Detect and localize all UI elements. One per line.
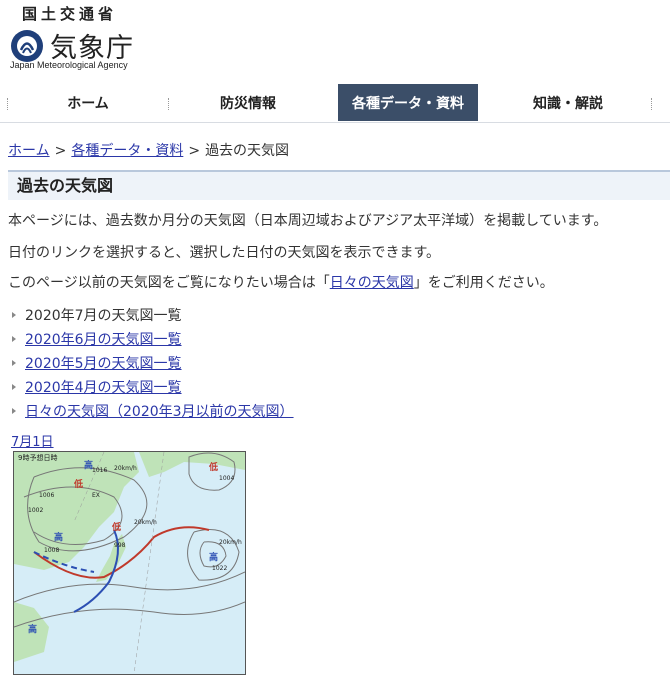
daily-archive-link[interactable]: 日々の天気図（2020年3月以前の天気図）	[25, 401, 294, 421]
map-pressure: 998	[114, 542, 126, 549]
map-high: 高	[209, 551, 218, 563]
daily-weather-maps-link[interactable]: 日々の天気図	[330, 275, 414, 291]
arrow-bullet-icon	[12, 360, 16, 366]
list-item: 2020年4月の天気図一覧	[12, 375, 294, 399]
list-item: 2020年6月の天気図一覧	[12, 327, 294, 351]
arrow-bullet-icon	[12, 384, 16, 390]
weather-map-image: 9時予想日時 高 1016 20km/h 低 1006 1002 EX 高 10…	[14, 452, 245, 674]
weather-map-thumbnail[interactable]: 9時予想日時 高 1016 20km/h 低 1006 1002 EX 高 10…	[13, 451, 246, 675]
map-pressure: 1004	[219, 475, 234, 482]
map-wind: 20km/h	[219, 539, 242, 546]
nav-data-materials[interactable]: 各種データ・資料	[338, 84, 478, 121]
map-stamp: 9時予想日時	[18, 453, 57, 462]
archive-text-before: このページ以前の天気図をご覧になりたい場合は「	[8, 275, 330, 291]
list-item: 2020年5月の天気図一覧	[12, 351, 294, 375]
breadcrumb-home[interactable]: ホーム	[8, 143, 50, 159]
map-pressure: 1022	[212, 565, 227, 572]
arrow-bullet-icon	[12, 408, 16, 414]
nav-separator	[651, 98, 653, 110]
instruction-text: 日付のリンクを選択すると、選択した日付の天気図を表示できます。	[8, 245, 441, 261]
ministry-name: 国土交通省	[22, 5, 118, 23]
map-high: 高	[28, 623, 37, 635]
breadcrumb-separator: >	[54, 143, 67, 159]
nav-separator	[7, 98, 9, 110]
nav-home[interactable]: ホーム	[10, 84, 166, 121]
nav-disaster-info[interactable]: 防災情報	[170, 84, 326, 121]
map-wind: 20km/h	[114, 465, 137, 472]
agency-english-name: Japan Meteorological Agency	[10, 60, 128, 70]
month-link-april[interactable]: 2020年4月の天気図一覧	[25, 377, 182, 397]
archive-text: このページ以前の天気図をご覧になりたい場合は「日々の天気図」をご利用ください。	[8, 272, 554, 292]
map-ex: EX	[92, 492, 100, 499]
breadcrumb-current: 過去の天気図	[205, 143, 290, 159]
map-pressure: 1006	[39, 492, 54, 499]
map-pressure: 1002	[28, 507, 43, 514]
intro-text: 本ページには、過去数か月分の天気図（日本周辺域およびアジア太平洋域）を掲載してい…	[8, 213, 608, 229]
jma-logo-icon	[11, 29, 43, 62]
month-current: 2020年7月の天気図一覧	[25, 308, 182, 324]
arrow-bullet-icon	[12, 336, 16, 342]
global-nav: ホーム 防災情報 各種データ・資料 知識・解説	[0, 84, 670, 123]
list-item: 日々の天気図（2020年3月以前の天気図）	[12, 399, 294, 423]
date-link-july-1[interactable]: 7月1日	[11, 431, 54, 450]
archive-text-after: 」をご利用ください。	[413, 275, 554, 291]
map-low: 低	[208, 461, 218, 473]
map-pressure: 1008	[44, 547, 59, 554]
map-pressure: 1016	[92, 467, 107, 474]
site-header: 国土交通省 気象庁 Japan Meteorological Agency	[0, 0, 670, 84]
month-list: 2020年7月の天気図一覧 2020年6月の天気図一覧 2020年5月の天気図一…	[12, 303, 294, 423]
month-link-june[interactable]: 2020年6月の天気図一覧	[25, 329, 182, 349]
page-title: 過去の天気図	[8, 170, 670, 200]
month-link-may[interactable]: 2020年5月の天気図一覧	[25, 353, 182, 373]
map-low: 低	[111, 521, 121, 533]
breadcrumb-data[interactable]: 各種データ・資料	[71, 143, 183, 159]
map-low: 低	[73, 478, 83, 490]
map-wind: 20km/h	[134, 519, 157, 526]
nav-knowledge[interactable]: 知識・解説	[490, 84, 646, 121]
breadcrumb-separator: >	[188, 143, 201, 159]
map-high: 高	[54, 531, 63, 543]
breadcrumb: ホーム > 各種データ・資料 > 過去の天気図	[8, 140, 289, 160]
list-item: 2020年7月の天気図一覧	[12, 303, 294, 327]
arrow-bullet-icon	[12, 312, 16, 318]
